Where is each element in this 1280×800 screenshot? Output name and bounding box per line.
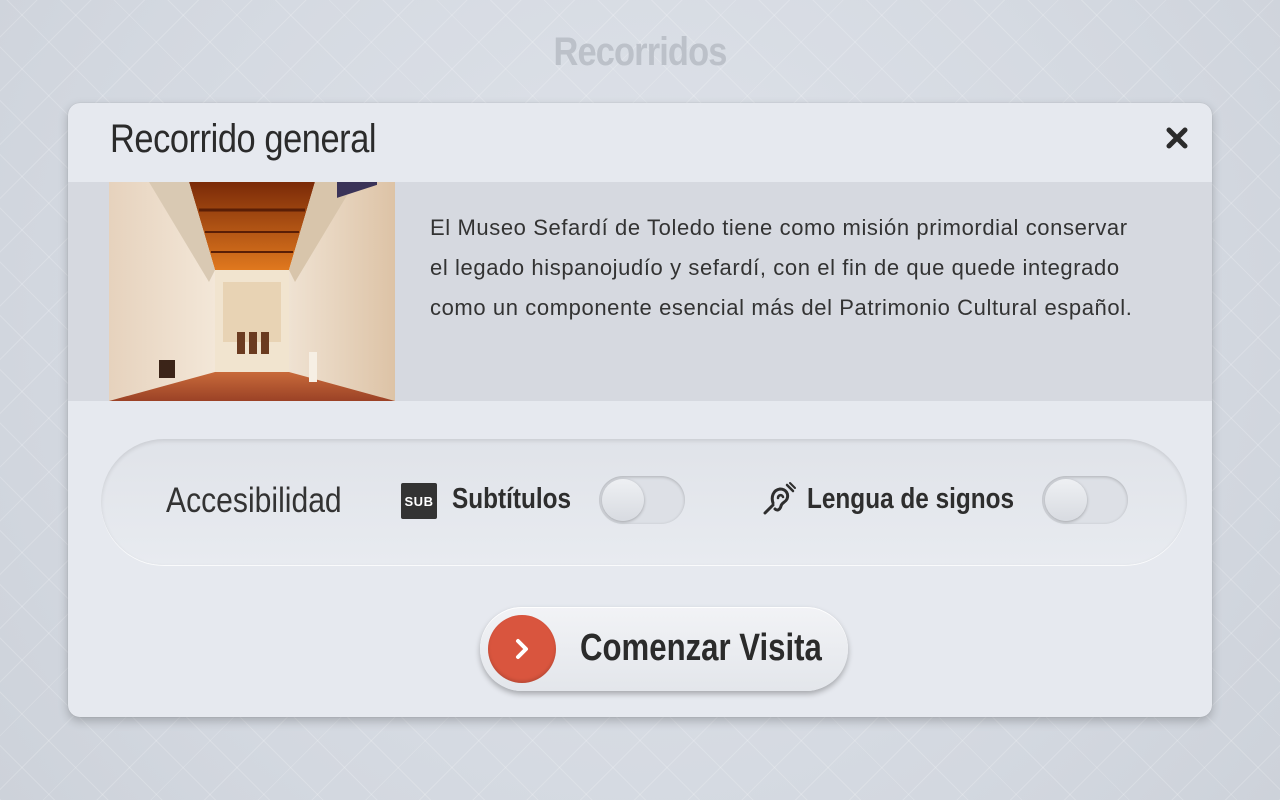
- tour-modal: Recorrido general El Museo Sefardí de To…: [68, 103, 1212, 717]
- sign-language-label: Lengua de signos: [807, 483, 1015, 515]
- subtitles-toggle[interactable]: [599, 476, 685, 524]
- start-visit-button[interactable]: Comenzar Visita: [480, 607, 848, 691]
- hearing-assist-icon: [763, 482, 796, 515]
- start-arrow-circle: [488, 615, 556, 683]
- museum-photo: [109, 182, 395, 401]
- close-icon: [1166, 127, 1188, 149]
- info-band: El Museo Sefardí de Toledo tiene como mi…: [68, 182, 1212, 401]
- toggle-knob: [602, 479, 644, 521]
- subtitles-label: Subtítulos: [452, 483, 572, 515]
- sign-language-toggle[interactable]: [1042, 476, 1128, 524]
- subtitles-icon: SUB: [401, 483, 437, 519]
- accessibility-label: Accesibilidad: [166, 481, 342, 520]
- start-visit-label: Comenzar Visita: [580, 627, 822, 669]
- page-title: Recorridos: [553, 30, 727, 74]
- toggle-knob: [1045, 479, 1087, 521]
- modal-title: Recorrido general: [110, 117, 377, 161]
- close-button[interactable]: [1164, 125, 1190, 151]
- chevron-right-icon: [516, 639, 528, 659]
- accessibility-bar: Accesibilidad SUB Subtítulos Lengua de s…: [101, 439, 1187, 565]
- tour-description: El Museo Sefardí de Toledo tiene como mi…: [430, 215, 1133, 320]
